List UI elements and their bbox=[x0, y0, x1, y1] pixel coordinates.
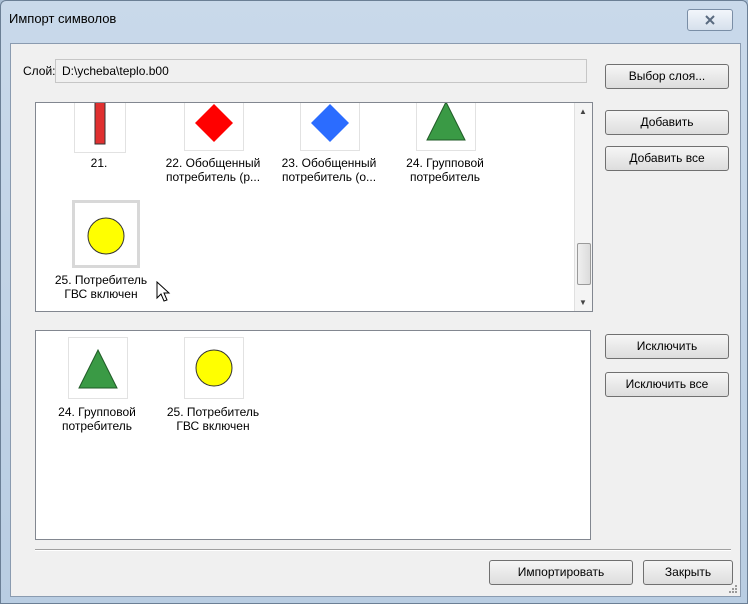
layer-path-field: D:\ycheba\teplo.b00 bbox=[55, 59, 587, 83]
symbol-label-line1: 24. Групповой bbox=[406, 156, 484, 170]
symbol-thumbnail bbox=[74, 103, 126, 153]
yellow-circle-icon bbox=[87, 217, 125, 255]
symbol-label-line2: потребитель bbox=[409, 170, 481, 184]
symbol-label-line2: потребитель (о... bbox=[281, 170, 377, 184]
symbol-thumbnail bbox=[184, 103, 244, 151]
dialog-body: Слой: D:\ycheba\teplo.b00 Выбор слоя... … bbox=[10, 43, 741, 597]
import-button[interactable]: Импортировать bbox=[489, 560, 633, 585]
available-symbols-list[interactable]: 21. 22. Обобщенный потребитель (р... 23. bbox=[35, 102, 593, 312]
close-window-button[interactable] bbox=[687, 9, 733, 31]
symbol-label-line2: ГВС включен bbox=[64, 287, 138, 301]
title-bar[interactable]: Импорт символов bbox=[1, 1, 747, 35]
select-layer-button[interactable]: Выбор слоя... bbox=[605, 64, 729, 89]
symbol-label-line2: ГВС включен bbox=[176, 419, 250, 433]
add-all-button[interactable]: Добавить все bbox=[605, 146, 729, 171]
green-triangle-icon bbox=[78, 348, 118, 389]
layer-label: Слой: bbox=[23, 64, 56, 78]
layer-path-value: D:\ycheba\teplo.b00 bbox=[62, 64, 169, 78]
symbol-thumbnail bbox=[184, 337, 244, 399]
symbol-label-line1: 25. Потребитель bbox=[166, 405, 260, 419]
symbol-label-line2: потребитель bbox=[61, 419, 133, 433]
close-icon bbox=[705, 15, 715, 25]
green-triangle-icon bbox=[426, 103, 466, 141]
available-list-scrollbar[interactable]: ▲ ▼ bbox=[574, 103, 592, 311]
exclude-button[interactable]: Исключить bbox=[605, 334, 729, 359]
footer-divider bbox=[35, 549, 731, 551]
resize-grip-icon[interactable] bbox=[728, 584, 738, 594]
close-button[interactable]: Закрыть bbox=[643, 560, 733, 585]
import-symbols-dialog: Импорт символов Слой: D:\ycheba\teplo.b0… bbox=[0, 0, 748, 604]
symbol-thumbnail bbox=[68, 337, 128, 399]
symbol-label-line1: 22. Обобщенный bbox=[165, 156, 261, 170]
scroll-up-icon[interactable]: ▲ bbox=[579, 107, 587, 116]
symbol-label: 21. bbox=[90, 156, 108, 170]
window-title: Импорт символов bbox=[9, 11, 117, 26]
selected-symbols-list[interactable]: 24. Групповой потребитель 25. Потребител… bbox=[35, 330, 591, 540]
blue-diamond-icon bbox=[311, 104, 349, 142]
yellow-circle-icon bbox=[195, 349, 233, 387]
symbol-label-line1: 23. Обобщенный bbox=[281, 156, 377, 170]
symbol-label-line1: 25. Потребитель bbox=[54, 273, 148, 287]
scroll-down-icon[interactable]: ▼ bbox=[579, 298, 587, 307]
symbol-label-line1: 24. Групповой bbox=[58, 405, 136, 419]
symbol-label-line2: потребитель (р... bbox=[165, 170, 261, 184]
exclude-all-button[interactable]: Исключить все bbox=[605, 372, 729, 397]
symbol-thumbnail bbox=[416, 103, 476, 151]
red-diamond-icon bbox=[195, 104, 233, 142]
red-bar-icon bbox=[94, 103, 106, 145]
mouse-cursor-icon bbox=[156, 281, 171, 302]
scrollbar-thumb[interactable] bbox=[577, 243, 591, 285]
add-button[interactable]: Добавить bbox=[605, 110, 729, 135]
symbol-thumbnail bbox=[72, 200, 140, 268]
symbol-thumbnail bbox=[300, 103, 360, 151]
